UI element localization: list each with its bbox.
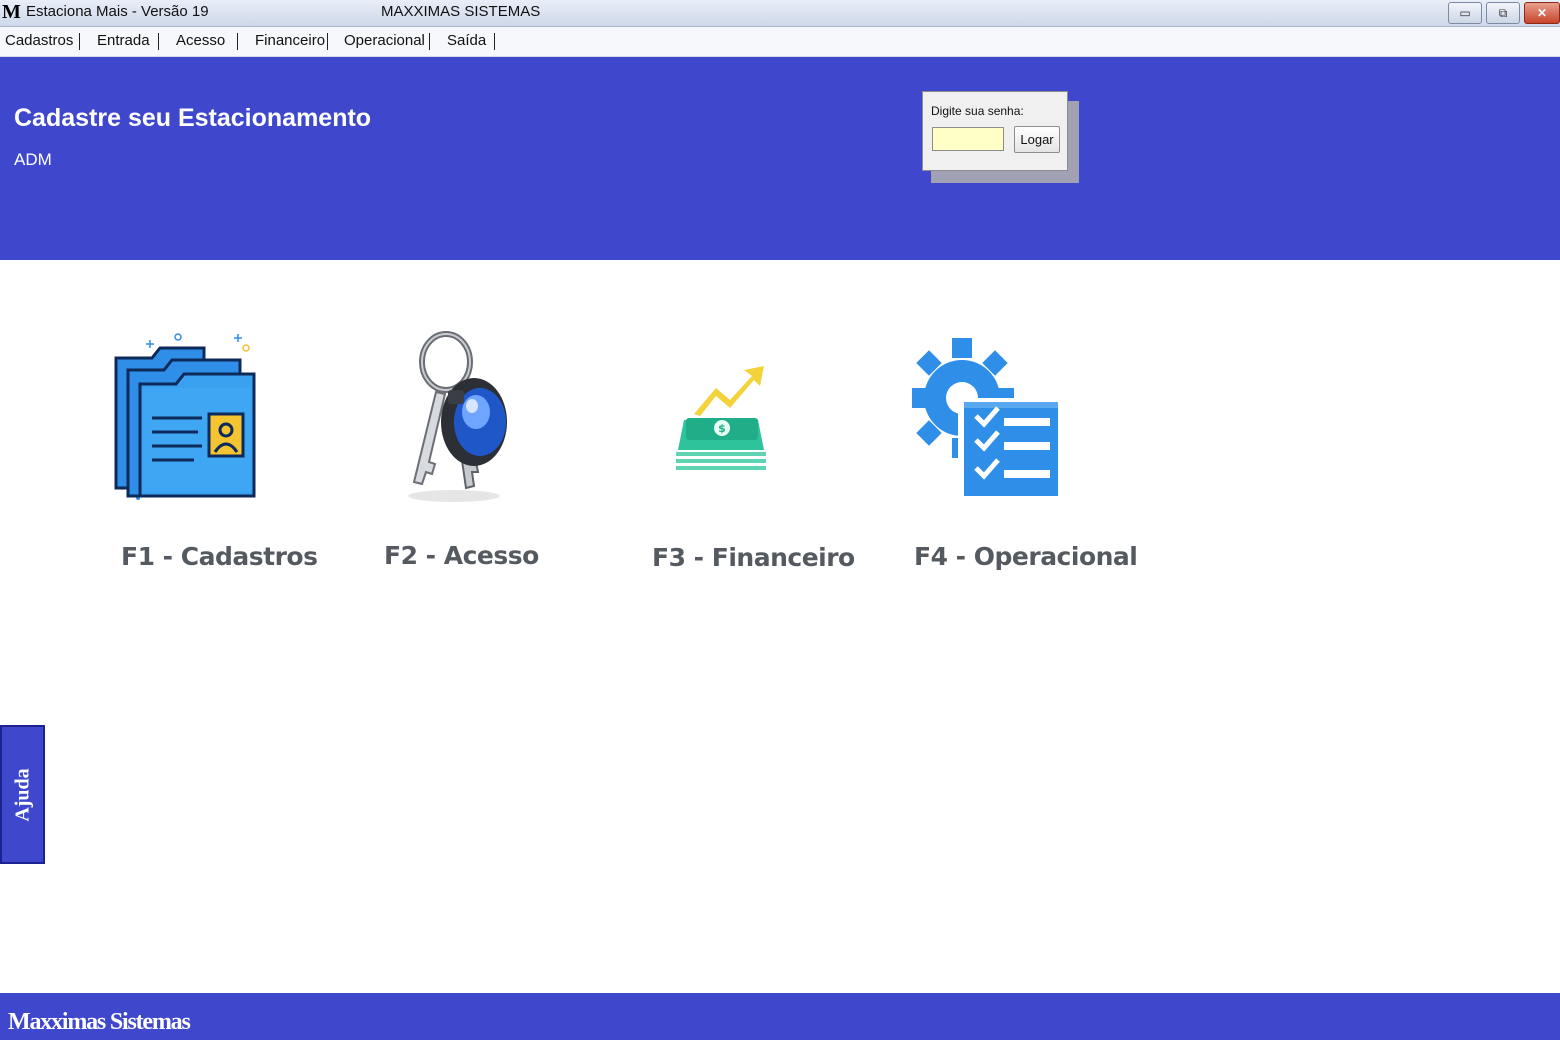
- gear-checklist-icon: [910, 338, 1058, 496]
- password-label: Digite sua senha:: [931, 104, 1024, 118]
- minimize-button[interactable]: ▭: [1448, 2, 1482, 24]
- tile-acesso[interactable]: [396, 330, 516, 506]
- keys-icon: [408, 331, 507, 502]
- tile-label-acesso[interactable]: F2 - Acesso: [384, 541, 539, 570]
- page-title: Cadastre seu Estacionamento: [14, 104, 372, 132]
- menu-separator: [158, 33, 159, 50]
- user-label: ADM: [14, 150, 52, 169]
- menu-cadastros[interactable]: Cadastros: [5, 32, 73, 49]
- footer-label: Maxximas Sistemas: [8, 1009, 191, 1035]
- svg-text:$: $: [718, 422, 726, 435]
- menu-separator: [494, 33, 495, 50]
- header-banner: Cadastre seu Estacionamento ADM: [0, 57, 1560, 260]
- login-box: Digite sua senha: Logar: [922, 91, 1068, 171]
- menu-bar: Cadastros Entrada Acesso Financeiro Oper…: [0, 27, 1560, 57]
- window-titlebar: M Estaciona Mais - Versão 19 MAXXIMAS SI…: [0, 0, 1560, 27]
- menu-separator: [79, 33, 80, 50]
- tile-label-financeiro[interactable]: F3 - Financeiro: [652, 543, 855, 572]
- menu-separator: [429, 33, 430, 50]
- menu-saida[interactable]: Saída: [447, 32, 486, 49]
- tile-cadastros[interactable]: [108, 328, 268, 506]
- company-title: MAXXIMAS SISTEMAS: [381, 3, 541, 20]
- tile-label-cadastros[interactable]: F1 - Cadastros: [121, 542, 318, 571]
- menu-entrada[interactable]: Entrada: [97, 32, 150, 49]
- menu-operacional[interactable]: Operacional: [344, 32, 425, 49]
- menu-separator: [237, 33, 238, 50]
- restore-button[interactable]: ⧉: [1486, 2, 1520, 24]
- window-title: Estaciona Mais - Versão 19: [26, 3, 209, 20]
- tile-operacional[interactable]: [910, 338, 1062, 498]
- menu-financeiro[interactable]: Financeiro: [255, 32, 325, 49]
- close-button[interactable]: ✕: [1524, 2, 1560, 24]
- tile-financeiro[interactable]: $: [672, 360, 772, 476]
- money-icon: $: [676, 366, 766, 470]
- menu-separator: [327, 33, 328, 50]
- tile-label-operacional[interactable]: F4 - Operacional: [914, 542, 1138, 571]
- menu-acesso[interactable]: Acesso: [176, 32, 225, 49]
- login-button[interactable]: Logar: [1014, 126, 1060, 153]
- app-logo: M: [2, 1, 21, 23]
- help-tab[interactable]: Ajuda: [0, 725, 45, 864]
- help-tab-label: Ajuda: [11, 767, 33, 822]
- password-input[interactable]: [932, 127, 1004, 151]
- footer-bar: Maxximas Sistemas: [0, 993, 1560, 1040]
- folders-icon: [114, 333, 256, 500]
